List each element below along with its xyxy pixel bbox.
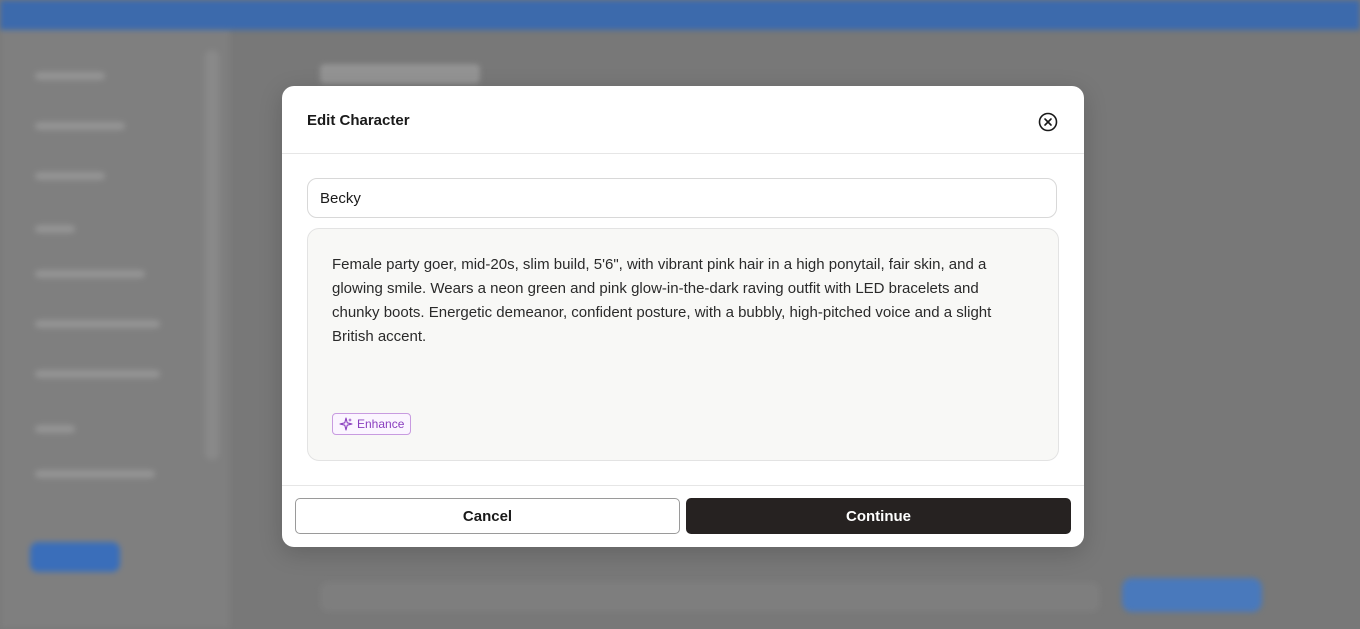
dialog-header: Edit Character bbox=[282, 86, 1084, 154]
enhance-label: Enhance bbox=[357, 417, 405, 431]
close-button[interactable] bbox=[1038, 112, 1058, 132]
close-circle-icon bbox=[1038, 112, 1058, 132]
dialog-title: Edit Character bbox=[307, 112, 410, 129]
cancel-button[interactable]: Cancel bbox=[295, 498, 680, 534]
continue-button[interactable]: Continue bbox=[686, 498, 1071, 534]
sparkles-icon bbox=[339, 417, 353, 431]
character-description-field[interactable]: Female party goer, mid-20s, slim build, … bbox=[307, 228, 1059, 461]
edit-character-dialog: Edit Character Female party goer, mid-20… bbox=[282, 86, 1084, 547]
dialog-footer: Cancel Continue bbox=[282, 485, 1084, 547]
character-description-text[interactable]: Female party goer, mid-20s, slim build, … bbox=[332, 253, 1022, 349]
enhance-button[interactable]: Enhance bbox=[332, 413, 412, 435]
character-name-input[interactable] bbox=[307, 178, 1057, 218]
